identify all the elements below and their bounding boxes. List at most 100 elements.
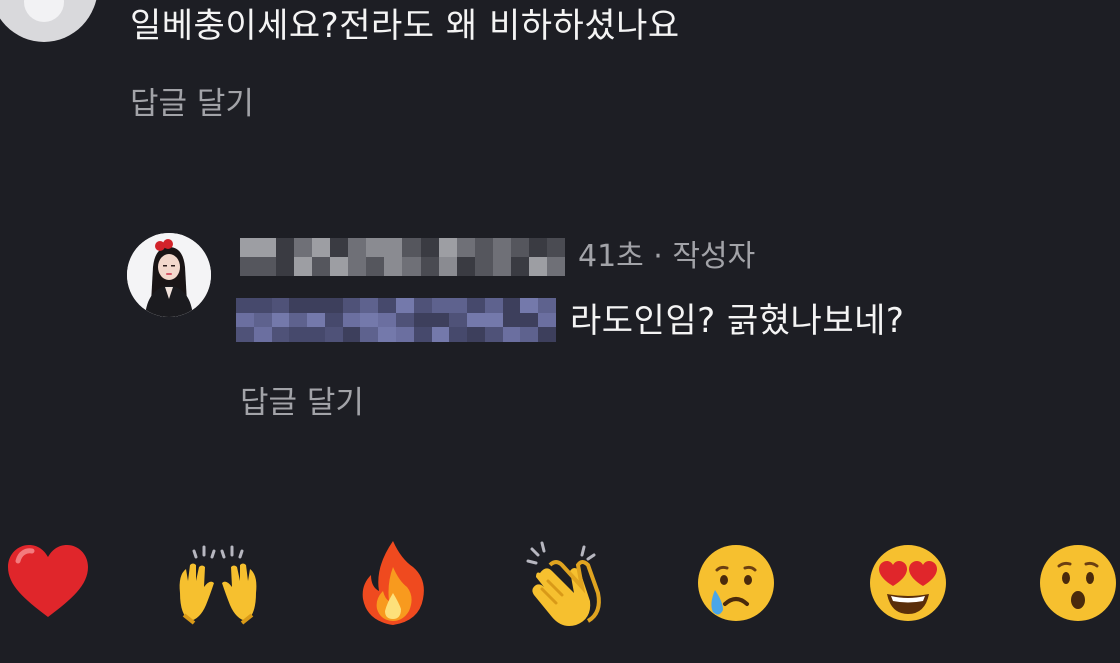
mosaic-cell [474,257,493,276]
mosaic-cell [307,312,325,328]
reply-comment-text: 라도인임? 긁혔나보네? [570,301,905,341]
mosaic-cell [438,257,457,276]
mosaic-cell [312,238,331,257]
reaction-heart-eyes-face[interactable] [860,535,956,631]
mosaic-cell [484,298,503,313]
blurred-username [240,238,565,276]
mosaic-cell [378,312,396,328]
raising-hands-icon [179,545,257,625]
reaction-raising-hands[interactable] [170,535,266,631]
reaction-bar [0,535,1120,631]
mosaic-cell [366,238,385,257]
mosaic-cell [484,312,503,328]
mosaic-cell [420,257,439,276]
mosaic-cell [413,298,432,313]
mosaic-cell [240,238,259,257]
mosaic-cell [538,312,556,328]
mosaic-cell [366,257,385,276]
mosaic-cell [546,257,565,276]
mosaic-cell [236,327,254,342]
mosaic-cell [449,327,468,342]
mosaic-cell [420,238,439,257]
reply-comment-avatar[interactable] [127,233,211,317]
mosaic-cell [413,312,432,328]
mosaic-cell [520,327,539,342]
mosaic-cell [312,257,331,276]
mosaic-cell [384,257,403,276]
mosaic-cell [236,298,254,313]
reaction-heart[interactable] [0,535,96,631]
mosaic-cell [342,327,361,342]
mosaic-cell [456,257,475,276]
mosaic-cell [538,298,556,313]
mosaic-cell [289,298,308,313]
mosaic-cell [348,238,367,257]
mosaic-cell [236,312,254,328]
mosaic-cell [438,238,457,257]
mosaic-cell [324,312,343,328]
mosaic-cell [467,312,485,328]
mosaic-cell [484,327,503,342]
mosaic-cell [396,312,414,328]
mosaic-cell [330,257,349,276]
reply-button[interactable]: 답글 달기 [130,84,254,124]
mosaic-cell [271,327,290,342]
mosaic-cell [342,298,361,313]
mosaic-cell [449,298,468,313]
mosaic-cell [520,312,539,328]
profile-photo [127,233,211,317]
mosaic-cell [307,327,325,342]
mosaic-cell [431,327,450,342]
reaction-clapping-hands[interactable] [518,535,614,631]
reaction-fire[interactable] [345,535,441,631]
mosaic-cell [384,238,403,257]
mosaic-cell [271,298,290,313]
mosaic-cell [474,238,493,257]
mosaic-cell [294,257,313,276]
clapping-hands-icon [526,541,601,626]
mosaic-cell [253,327,272,342]
mosaic-cell [456,238,475,257]
top-comment-avatar[interactable] [0,0,98,42]
mosaic-cell [520,298,539,313]
mosaic-cell [402,257,421,276]
mosaic-cell [253,298,272,313]
default-avatar-icon [24,0,64,22]
crying-face-icon [698,545,774,621]
blurred-mention [236,298,556,342]
mosaic-cell [396,298,414,313]
comment-meta: 41초 · 작성자 [578,239,756,274]
mosaic-cell [378,298,396,313]
mosaic-cell [467,327,485,342]
mosaic-cell [307,298,325,313]
mosaic-cell [253,312,272,328]
reply-button[interactable]: 답글 달기 [240,383,364,423]
mosaic-cell [510,238,529,257]
mosaic-cell [258,257,277,276]
mosaic-cell [360,327,379,342]
mosaic-cell [240,257,259,276]
mosaic-cell [396,327,414,342]
mosaic-cell [360,312,379,328]
mosaic-cell [449,312,468,328]
mosaic-cell [330,238,349,257]
mosaic-cell [276,257,295,276]
mosaic-cell [258,238,277,257]
mosaic-cell [467,298,485,313]
mosaic-cell [502,327,521,342]
mosaic-cell [431,298,450,313]
mosaic-cell [528,257,547,276]
mosaic-cell [492,257,511,276]
mosaic-cell [342,312,361,328]
mosaic-cell [538,327,556,342]
mosaic-cell [294,238,313,257]
heart-eyes-face-icon [870,545,946,621]
mosaic-cell [276,238,295,257]
mosaic-cell [546,238,565,257]
mosaic-cell [402,238,421,257]
reaction-surprised-face[interactable] [1030,535,1120,631]
top-comment-text: 일베충이세요?전라도 왜 비하하셨나요 [130,6,680,46]
mosaic-cell [324,298,343,313]
mosaic-cell [289,327,308,342]
reaction-crying-face[interactable] [688,535,784,631]
